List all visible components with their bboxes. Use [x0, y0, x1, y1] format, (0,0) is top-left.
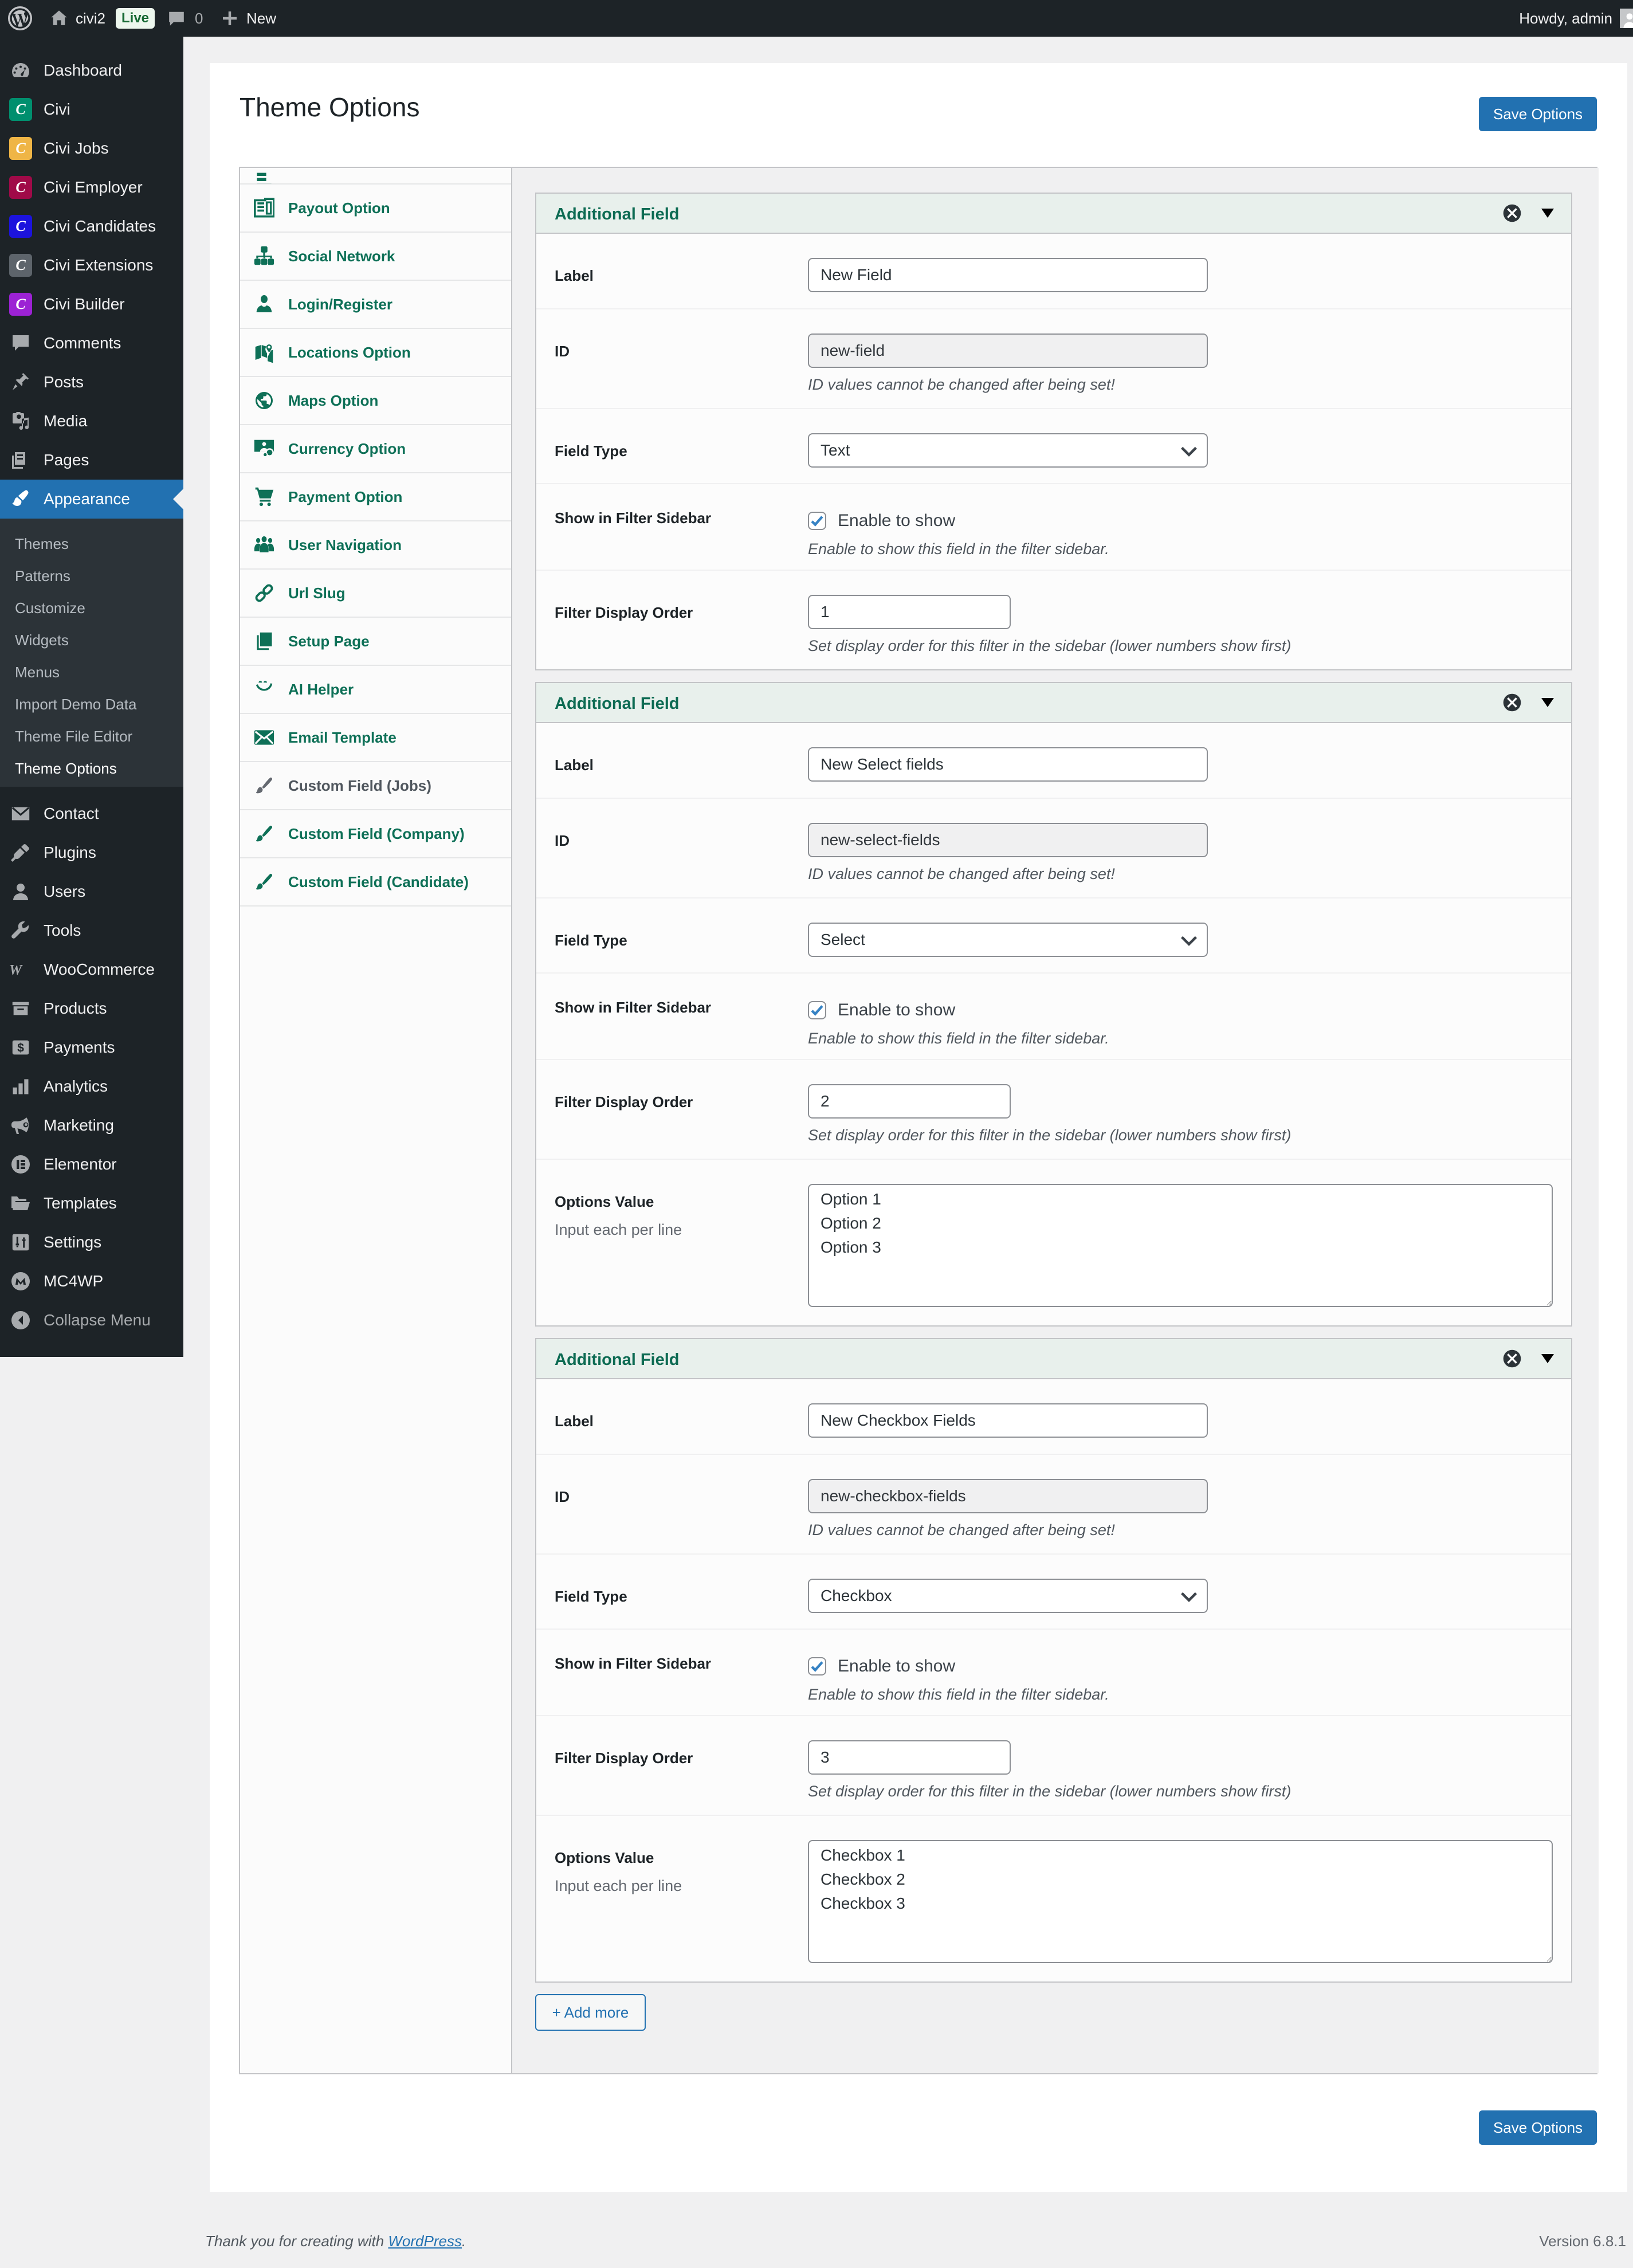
svg-text:$: $	[17, 1042, 24, 1055]
svg-text:W: W	[9, 962, 23, 978]
